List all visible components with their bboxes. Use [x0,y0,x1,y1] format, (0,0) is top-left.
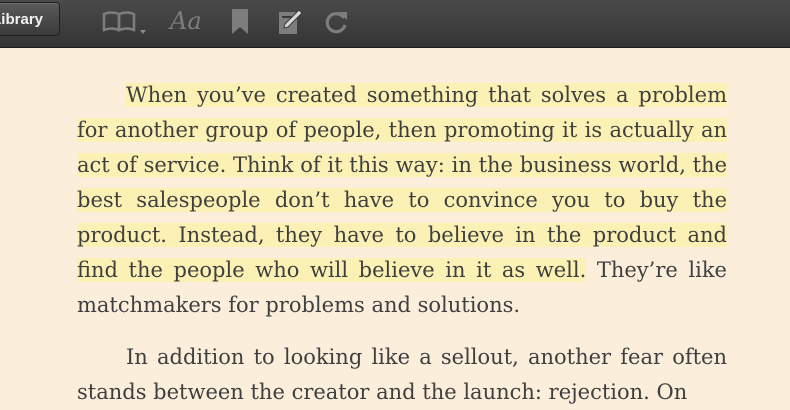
highlighted-text[interactable]: When you’ve created something that solve… [77,83,727,282]
toolbar: Library Aa [0,0,790,48]
paragraph: When you’ve created something that solve… [77,78,727,323]
bookmark-icon[interactable] [229,6,251,36]
font-settings-button[interactable]: Aa [170,6,202,36]
notes-icon[interactable] [276,6,304,36]
library-button[interactable]: Library [0,2,60,36]
book-page: When you’ve created something that solve… [77,78,727,410]
paragraph-text: In addition to looking like a sellout, a… [77,345,727,404]
sync-icon[interactable] [322,6,350,36]
book-icon[interactable] [101,6,149,36]
paragraph: In addition to looking like a sellout, a… [77,340,727,410]
